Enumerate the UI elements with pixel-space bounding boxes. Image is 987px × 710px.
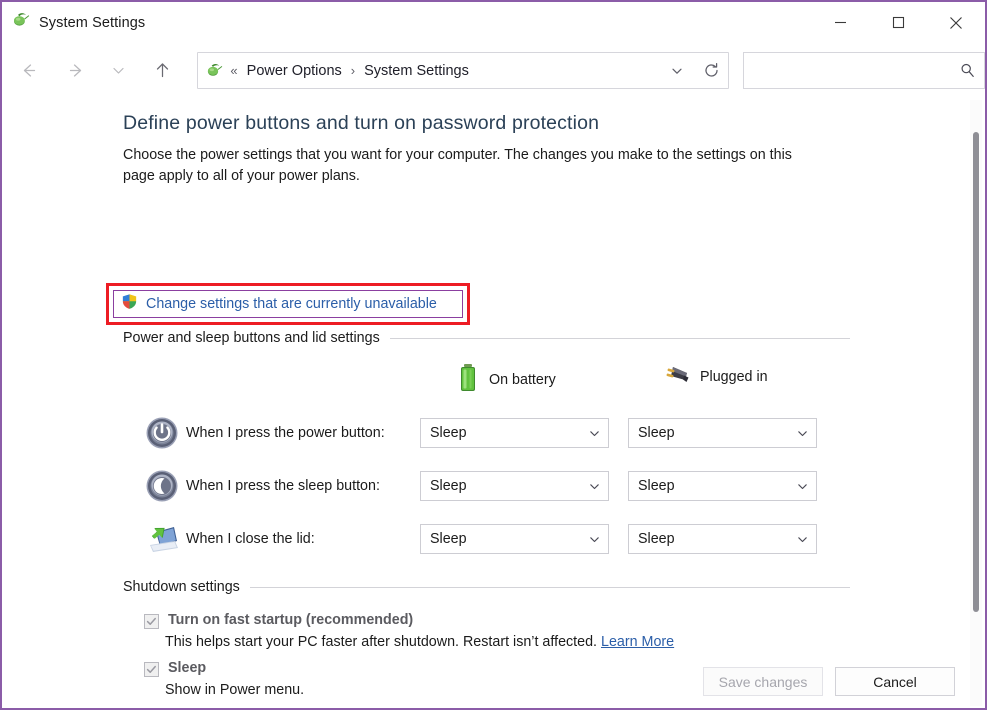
title-bar-left: System Settings xyxy=(2,11,145,34)
chevron-down-icon[interactable] xyxy=(580,533,608,546)
combo-power-button-on-battery[interactable]: Sleep xyxy=(420,418,609,448)
page-description: Choose the power settings that you want … xyxy=(123,147,792,184)
column-header-plugged-in: Plugged in xyxy=(660,363,768,391)
up-arrow-icon[interactable] xyxy=(146,54,180,88)
page-title: Define power buttons and turn on passwor… xyxy=(123,112,600,134)
checkbox-row-fast-startup[interactable]: Turn on fast startup (recommended) xyxy=(144,612,413,629)
scrollbar-thumb[interactable] xyxy=(973,132,979,612)
setting-label-power-button: When I press the power button: xyxy=(186,425,385,441)
combo-value: Sleep xyxy=(430,478,467,494)
power-options-icon xyxy=(12,11,30,34)
cancel-button[interactable]: Cancel xyxy=(835,667,955,696)
content-area: Define power buttons and turn on passwor… xyxy=(2,98,985,708)
power-button-icon xyxy=(142,416,182,450)
combo-sleep-button-plugged-in[interactable]: Sleep xyxy=(628,471,817,501)
recent-locations-icon[interactable] xyxy=(106,54,132,88)
setting-row-sleep-button: When I press the sleep button: xyxy=(142,464,380,508)
search-box[interactable] xyxy=(743,52,985,89)
chevron-down-icon[interactable] xyxy=(788,533,816,546)
save-changes-button[interactable]: Save changes xyxy=(703,667,823,696)
search-icon[interactable] xyxy=(950,53,984,88)
dialog-buttons: Save changes Cancel xyxy=(703,667,955,696)
combo-value: Sleep xyxy=(430,531,467,547)
setting-label-sleep-button: When I press the sleep button: xyxy=(186,478,380,494)
section-label-shutdown: Shutdown settings xyxy=(123,579,240,595)
combo-value: Sleep xyxy=(430,425,467,441)
change-settings-link[interactable]: Change settings that are currently unava… xyxy=(146,296,437,312)
column-label-on-battery: On battery xyxy=(489,372,556,388)
close-button[interactable] xyxy=(927,2,985,43)
setting-row-power-button: When I press the power button: xyxy=(142,411,385,455)
vertical-scrollbar[interactable] xyxy=(970,100,982,706)
desc-text: This helps start your PC faster after sh… xyxy=(165,634,601,650)
section-rule xyxy=(389,337,850,339)
power-options-icon xyxy=(206,62,223,79)
title-bar: System Settings xyxy=(2,2,985,43)
chevron-down-icon[interactable] xyxy=(788,427,816,440)
section-header-power: Power and sleep buttons and lid settings xyxy=(123,330,850,346)
section-rule xyxy=(249,586,850,588)
breadcrumb-system-settings[interactable]: System Settings xyxy=(362,60,471,82)
uac-shield-icon xyxy=(121,293,138,315)
window-title: System Settings xyxy=(39,14,146,31)
maximize-button[interactable] xyxy=(869,2,927,43)
combo-close-lid-plugged-in[interactable]: Sleep xyxy=(628,524,817,554)
section-header-shutdown: Shutdown settings xyxy=(123,579,850,595)
combo-value: Sleep xyxy=(638,478,675,494)
checkbox-label-fast-startup: Turn on fast startup (recommended) xyxy=(168,612,414,628)
checkbox-row-sleep[interactable]: Sleep xyxy=(144,660,206,677)
power-plug-icon xyxy=(660,363,690,391)
system-settings-window: System Settings « Power Options › System… xyxy=(0,0,987,710)
battery-icon xyxy=(457,363,479,397)
checkbox-fast-startup[interactable] xyxy=(144,614,159,629)
checkbox-desc-fast-startup: This helps start your PC faster after sh… xyxy=(165,634,674,650)
checkbox-desc-sleep: Show in Power menu. xyxy=(165,682,304,698)
desc-text: Show in Power menu. xyxy=(165,682,305,698)
learn-more-link[interactable]: Learn More xyxy=(601,634,674,650)
change-settings-link-row[interactable]: Change settings that are currently unava… xyxy=(121,293,437,315)
column-label-plugged-in: Plugged in xyxy=(700,369,768,385)
combo-close-lid-on-battery[interactable]: Sleep xyxy=(420,524,609,554)
back-arrow-icon[interactable] xyxy=(12,54,46,88)
combo-value: Sleep xyxy=(638,425,675,441)
combo-power-button-plugged-in[interactable]: Sleep xyxy=(628,418,817,448)
combo-sleep-button-on-battery[interactable]: Sleep xyxy=(420,471,609,501)
breadcrumb-separator: › xyxy=(350,63,356,78)
settings-page: Define power buttons and turn on passwor… xyxy=(2,98,985,708)
chevron-down-icon[interactable] xyxy=(788,480,816,493)
search-input[interactable] xyxy=(744,53,950,88)
minimize-button[interactable] xyxy=(811,2,869,43)
setting-label-close-lid: When I close the lid: xyxy=(186,531,315,547)
breadcrumb-overflow[interactable]: « xyxy=(223,63,244,78)
address-bar[interactable]: « Power Options › System Settings xyxy=(197,52,730,89)
navigation-bar: « Power Options › System Settings xyxy=(2,43,985,98)
combo-value: Sleep xyxy=(638,531,675,547)
column-header-on-battery: On battery xyxy=(457,363,556,397)
chevron-down-icon[interactable] xyxy=(580,427,608,440)
window-controls xyxy=(811,2,985,43)
section-label-power: Power and sleep buttons and lid settings xyxy=(123,330,380,346)
setting-row-close-lid: When I close the lid: xyxy=(142,517,315,561)
laptop-lid-icon xyxy=(142,523,182,555)
refresh-icon[interactable] xyxy=(694,53,728,88)
breadcrumb-power-options[interactable]: Power Options xyxy=(245,60,344,82)
checkbox-label-sleep: Sleep xyxy=(168,660,207,676)
sleep-button-icon xyxy=(142,469,182,503)
checkbox-sleep[interactable] xyxy=(144,662,159,677)
chevron-down-icon[interactable] xyxy=(580,480,608,493)
chevron-down-icon[interactable] xyxy=(660,53,694,88)
forward-arrow-icon[interactable] xyxy=(60,54,94,88)
